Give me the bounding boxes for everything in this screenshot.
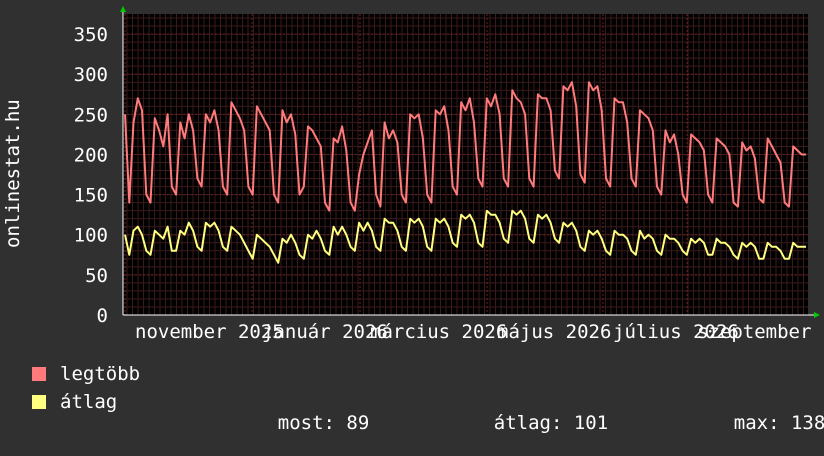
legend-label-legtobb: legtöbb — [60, 363, 141, 385]
y-tick-label: 350 — [74, 24, 108, 46]
chart: 0 50 100 150 200 250 300 350 november 2025 január… — [0, 0, 824, 434]
legend-item-legtobb: legtöbb — [32, 362, 140, 386]
y-axis-arrow — [120, 6, 126, 12]
x-axis-arrow — [814, 312, 820, 318]
legend-label-atlag: átlag — [60, 391, 118, 413]
y-tick-label: 150 — [74, 185, 108, 207]
y-tick-label: 250 — [74, 104, 108, 126]
y-tick-label: 300 — [74, 64, 108, 86]
y-tick-label: 100 — [74, 225, 108, 247]
legend-swatch-atlag — [32, 395, 46, 409]
stat-atlag-label: átlag: — [493, 412, 563, 434]
y-tick-label: 200 — [74, 144, 108, 166]
stat-atlag: átlag: 101 — [448, 390, 608, 456]
stat-most-value: 89 — [346, 412, 370, 434]
x-tick-label: szeptember — [697, 321, 811, 343]
stat-most: most: 89 — [232, 390, 370, 456]
stat-atlag-value: 101 — [573, 412, 609, 434]
y-tick-label: 0 — [97, 305, 108, 327]
stat-max-value: 138 — [790, 412, 824, 434]
x-tick-label: január 2026 — [262, 321, 388, 343]
x-tick-label: május 2026 — [497, 321, 611, 343]
stat-max-label: max: — [733, 412, 780, 434]
y-tick-label: 50 — [85, 265, 108, 287]
legend-swatch-legtobb — [32, 367, 46, 381]
legend-item-atlag: átlag — [32, 390, 117, 414]
x-tick-label: március 2026 — [370, 321, 507, 343]
stat-most-label: most: — [277, 412, 335, 434]
y-axis-label: onlinestat.hu — [2, 99, 24, 248]
stat-max: max: 138 — [688, 390, 824, 456]
